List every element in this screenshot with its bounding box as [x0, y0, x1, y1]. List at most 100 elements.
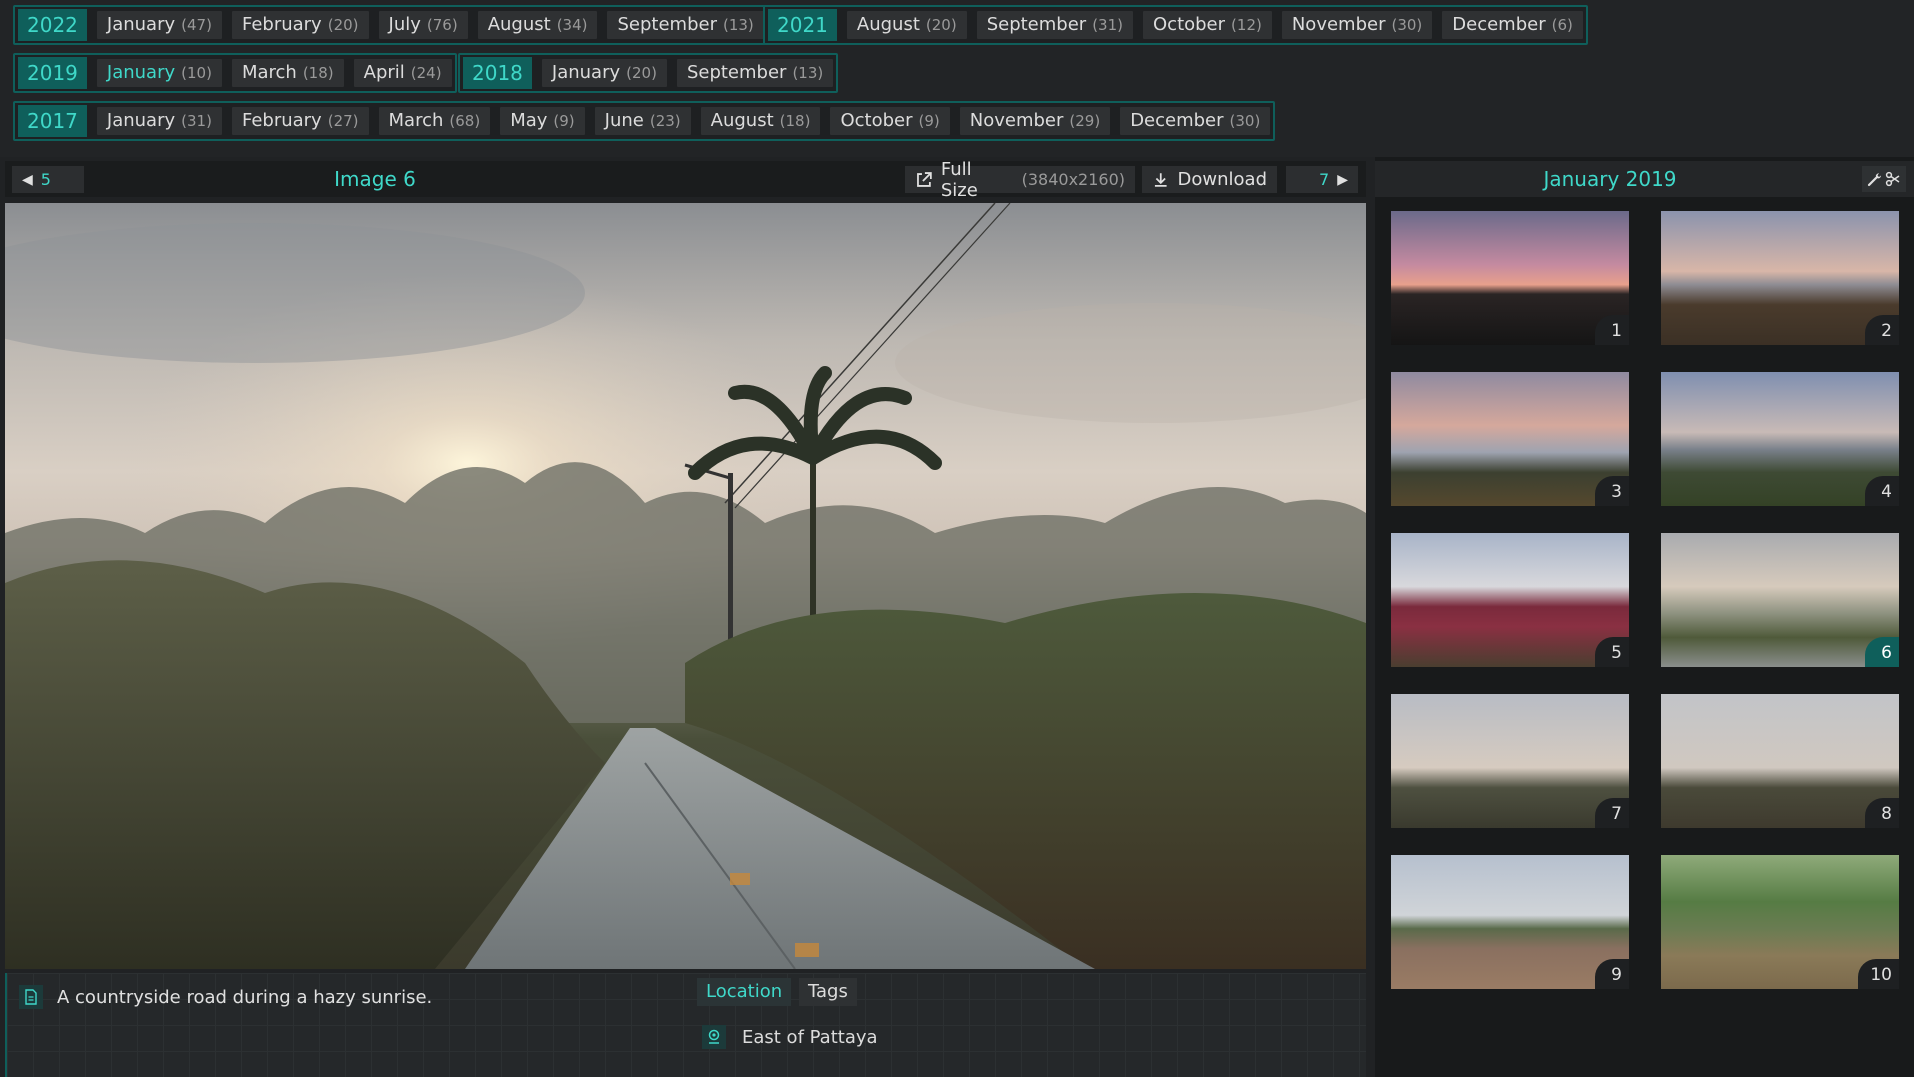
month-count: (20)	[327, 16, 359, 34]
month-button[interactable]: January (47)	[96, 11, 222, 39]
thumbnail-number: 5	[1595, 637, 1629, 667]
month-name: July	[388, 14, 421, 35]
info-panel: A countryside road during a hazy sunrise…	[5, 973, 1366, 1077]
month-name: March	[388, 110, 444, 131]
main-photo[interactable]	[5, 203, 1366, 969]
full-size-button[interactable]: Full Size (3840x2160)	[905, 159, 1135, 201]
wrench-icon	[1867, 173, 1881, 187]
thumbnail[interactable]: 3	[1391, 372, 1629, 506]
thumbnail-number: 8	[1865, 798, 1899, 828]
tab-tags[interactable]: Tags	[799, 978, 857, 1006]
month-button[interactable]: February (27)	[231, 107, 369, 135]
location-row: East of Pattaya	[702, 1025, 878, 1049]
month-button[interactable]: August (20)	[846, 11, 967, 39]
month-count: (76)	[426, 16, 458, 34]
thumbnail[interactable]: 6	[1661, 533, 1899, 667]
month-button[interactable]: April (24)	[353, 59, 452, 87]
month-button[interactable]: September (13)	[607, 11, 764, 39]
year-group-2022: 2022 January (47) February (20) July (76) Augus…	[13, 5, 769, 45]
month-count: (12)	[1231, 16, 1262, 34]
scissors-icon	[1885, 171, 1900, 187]
month-name: April	[363, 62, 405, 83]
month-count: (30)	[1229, 112, 1261, 130]
sidebar-title: January 2019	[1543, 167, 1677, 191]
thumbnail[interactable]: 4	[1661, 372, 1899, 506]
app-root: 2022 January (47) February (20) July (76) Augus…	[0, 0, 1914, 1077]
month-button[interactable]: September (31)	[976, 11, 1133, 39]
next-image-number: 7	[1319, 170, 1330, 189]
month-button[interactable]: December (30)	[1120, 107, 1271, 135]
download-button[interactable]: Download	[1142, 166, 1277, 193]
month-count: (27)	[327, 112, 359, 130]
tab-location[interactable]: Location	[697, 978, 792, 1006]
year-label[interactable]: 2017	[18, 105, 87, 137]
year-label[interactable]: 2019	[18, 57, 87, 89]
year-label[interactable]: 2022	[18, 9, 87, 41]
location-pin-icon	[702, 1025, 726, 1049]
month-button[interactable]: October (9)	[830, 107, 950, 135]
next-image-button[interactable]: 7 ▶	[1286, 166, 1358, 193]
month-name: January	[106, 14, 176, 35]
month-count: (47)	[181, 16, 212, 34]
thumbnail[interactable]: 8	[1661, 694, 1899, 828]
month-button[interactable]: January (20)	[541, 59, 667, 87]
month-name: February	[241, 14, 322, 35]
caption-row: A countryside road during a hazy sunrise…	[19, 985, 432, 1009]
month-button[interactable]: August (18)	[700, 107, 821, 135]
month-button[interactable]: November (29)	[959, 107, 1111, 135]
month-button[interactable]: February (20)	[231, 11, 369, 39]
location-text: East of Pattaya	[742, 1026, 878, 1048]
full-size-label: Full Size	[940, 158, 978, 201]
thumbnail[interactable]: 2	[1661, 211, 1899, 345]
month-button[interactable]: October (12)	[1143, 11, 1272, 39]
month-name: January	[106, 110, 176, 131]
month-button[interactable]: August (34)	[477, 11, 598, 39]
month-count: (29)	[1069, 112, 1101, 130]
year-label[interactable]: 2018	[463, 57, 532, 89]
month-count: (23)	[649, 112, 681, 130]
month-button[interactable]: September (13)	[676, 59, 834, 87]
month-name: September	[986, 14, 1087, 35]
month-button[interactable]: March (68)	[378, 107, 491, 135]
thumbnail[interactable]: 10	[1661, 855, 1899, 989]
month-button[interactable]: December (6)	[1442, 11, 1583, 39]
month-button[interactable]: July (76)	[378, 11, 468, 39]
image-caption: A countryside road during a hazy sunrise…	[57, 986, 433, 1008]
month-count: (9)	[918, 112, 940, 130]
month-name: August	[487, 14, 551, 35]
month-count: (34)	[556, 16, 588, 34]
month-name: September	[686, 62, 787, 83]
thumbnail[interactable]: 5	[1391, 533, 1629, 667]
month-button[interactable]: May (9)	[500, 107, 585, 135]
main-photo-scene	[5, 203, 1366, 969]
thumbnail-number: 4	[1865, 476, 1899, 506]
month-count: (68)	[449, 112, 481, 130]
thumbnail-number: 9	[1595, 959, 1629, 989]
full-size-dims: (3840x2160)	[1021, 170, 1125, 189]
month-button[interactable]: January (31)	[96, 107, 222, 135]
thumbnail[interactable]: 7	[1391, 694, 1629, 828]
month-count: (6)	[1551, 16, 1573, 34]
thumbnail-number: 3	[1595, 476, 1629, 506]
month-button[interactable]: March (18)	[231, 59, 344, 87]
settings-button[interactable]	[1862, 166, 1906, 192]
month-count: (18)	[779, 112, 811, 130]
month-button[interactable]: January (10)	[96, 59, 222, 87]
month-count: (20)	[626, 64, 657, 82]
thumbnail[interactable]: 9	[1391, 855, 1629, 989]
thumbnail[interactable]: 1	[1391, 211, 1629, 345]
month-button[interactable]: June (23)	[594, 107, 691, 135]
month-name: June	[604, 110, 644, 131]
month-name: October	[1153, 14, 1226, 35]
year-month-nav: 2022 January (47) February (20) July (76) Augus…	[0, 0, 1914, 157]
month-count: (20)	[925, 16, 957, 34]
sidebar-header: January 2019	[1375, 161, 1914, 197]
download-icon	[1154, 172, 1167, 187]
thumbnail-sidebar: January 2019 1 2 3 4 5 6 7 8 9 10	[1375, 157, 1914, 1077]
month-count: (13)	[722, 16, 754, 34]
month-name: February	[241, 110, 322, 131]
year-label[interactable]: 2021	[768, 9, 837, 41]
month-name: October	[840, 110, 913, 131]
external-link-icon	[917, 171, 932, 187]
month-button[interactable]: November (30)	[1281, 11, 1433, 39]
